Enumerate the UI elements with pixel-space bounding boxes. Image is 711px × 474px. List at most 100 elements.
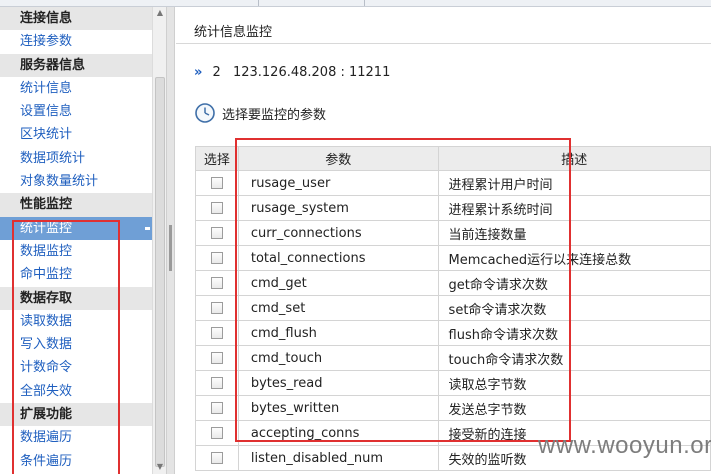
sidebar-item[interactable]: 对象数量统计 (0, 170, 152, 193)
table-row: rusage_system 进程累计系统时间 (195, 195, 711, 221)
top-strip (0, 0, 711, 7)
sidebar-item[interactable]: 全部失效 (0, 380, 152, 403)
row-checkbox[interactable] (210, 227, 223, 239)
params-table: 选择 参数 描述 rusage_user 进程累计用户时间 rusage_syste… (195, 146, 711, 471)
select-cell (195, 345, 239, 371)
server-line: » 2 123.126.48.208 : 11211 (194, 65, 390, 80)
select-cell (195, 445, 239, 471)
row-checkbox[interactable] (210, 277, 223, 289)
param-cell: bytes_read (237, 370, 439, 396)
param-cell: cmd_get (237, 270, 439, 296)
row-checkbox[interactable] (210, 327, 223, 339)
row-checkbox[interactable] (210, 352, 223, 364)
select-cell (195, 195, 239, 221)
main-panel: 统计信息监控 » 2 123.126.48.208 : 11211 选择要监控的… (176, 7, 711, 474)
sidebar-item[interactable]: 连接参数 (0, 30, 152, 53)
param-cell: curr_connections (237, 220, 439, 246)
table-row: total_connections Memcached运行以来连接总数 (195, 245, 711, 271)
param-cell: bytes_written (237, 395, 439, 421)
col-header-param: 参数 (237, 146, 439, 171)
table-row: bytes_read 读取总字节数 (195, 370, 711, 396)
sidebar-section-header: 服务器信息 (0, 53, 152, 77)
select-cell (195, 295, 239, 321)
sidebar-item[interactable]: 设置信息 (0, 100, 152, 123)
sidebar-section-header: 性能监控 (0, 193, 152, 217)
monitor-label: 选择要监控的参数 (222, 107, 327, 123)
param-cell: total_connections (237, 245, 439, 271)
server-address: 123.126.48.208 : 11211 (232, 65, 391, 80)
select-cell (195, 220, 239, 246)
select-cell (195, 420, 239, 446)
double-chevron-right-icon: » (194, 65, 203, 80)
splitter-grip[interactable] (169, 225, 172, 271)
param-cell: rusage_user (237, 170, 439, 196)
param-cell: cmd_flush (237, 320, 439, 346)
scroll-down-arrow-icon[interactable]: ▼ (156, 463, 164, 471)
select-cell (195, 395, 239, 421)
sidebar: 连接信息 连接参数 服务器信息 统计信息 设置信息 区块统计 数据项统计 对象数量统计 性能监控… (0, 7, 152, 474)
desc-cell: flush命令请求次数 (437, 320, 711, 346)
param-cell: cmd_touch (237, 345, 439, 371)
desc-cell: get命令请求次数 (437, 270, 711, 296)
table-row: curr_connections 当前连接数量 (195, 220, 711, 246)
pane-splitter[interactable] (166, 7, 175, 474)
row-checkbox[interactable] (210, 177, 223, 189)
row-checkbox[interactable] (210, 452, 223, 464)
param-cell: listen_disabled_num (237, 445, 439, 471)
desc-cell: 进程累计用户时间 (437, 170, 711, 196)
param-cell: cmd_set (237, 295, 439, 321)
select-cell (195, 245, 239, 271)
server-index: 2 (212, 65, 221, 80)
row-checkbox[interactable] (210, 377, 223, 389)
table-row: rusage_user 进程累计用户时间 (195, 170, 711, 196)
table-row: cmd_set set命令请求次数 (195, 295, 711, 321)
desc-cell: Memcached运行以来连接总数 (437, 245, 711, 271)
sidebar-item[interactable]: 统计监控 (0, 216, 152, 240)
sidebar-section-header: 数据存取 (0, 286, 152, 310)
top-strip-divider (258, 0, 259, 6)
row-checkbox[interactable] (210, 427, 223, 439)
row-checkbox[interactable] (210, 402, 223, 414)
col-header-select: 选择 (195, 146, 239, 171)
desc-cell: 读取总字节数 (437, 370, 711, 396)
sidebar-item[interactable]: 数据项统计 (0, 147, 152, 170)
select-cell (195, 370, 239, 396)
monitor-section-header: 选择要监控的参数 (194, 102, 326, 124)
sidebar-item[interactable]: 统计信息 (0, 77, 152, 100)
table-row: bytes_written 发送总字节数 (195, 395, 711, 421)
param-cell: rusage_system (237, 195, 439, 221)
desc-cell: 进程累计系统时间 (437, 195, 711, 221)
sidebar-scrollbar[interactable]: ▲ ▼ (152, 7, 166, 474)
sidebar-section-header: 扩展功能 (0, 403, 152, 427)
table-row: cmd_flush flush命令请求次数 (195, 320, 711, 346)
top-strip-divider (364, 0, 365, 6)
sidebar-item[interactable]: 命中监控 (0, 263, 152, 286)
table-header-row: 选择 参数 描述 (195, 146, 711, 171)
sidebar-scroll-thumb[interactable] (155, 77, 165, 467)
sidebar-item[interactable]: 区块统计 (0, 123, 152, 146)
sidebar-item[interactable]: 条件遍历 (0, 450, 152, 473)
select-cell (195, 320, 239, 346)
desc-cell: 发送总字节数 (437, 395, 711, 421)
sidebar-item[interactable]: 写入数据 (0, 333, 152, 356)
sidebar-section-header: 连接信息 (0, 7, 152, 31)
row-checkbox[interactable] (210, 202, 223, 214)
desc-cell: set命令请求次数 (437, 295, 711, 321)
desc-cell: touch命令请求次数 (437, 345, 711, 371)
title-divider (176, 43, 711, 44)
watermark: www.wooyun.org (538, 432, 711, 459)
sidebar-item[interactable]: 数据遍历 (0, 426, 152, 449)
sidebar-item[interactable]: 数据监控 (0, 240, 152, 263)
sidebar-item[interactable]: 计数命令 (0, 356, 152, 379)
param-cell: accepting_conns (237, 420, 439, 446)
select-cell (195, 270, 239, 296)
select-cell (195, 170, 239, 196)
table-row: cmd_get get命令请求次数 (195, 270, 711, 296)
sidebar-item[interactable]: 读取数据 (0, 310, 152, 333)
row-checkbox[interactable] (210, 252, 223, 264)
table-row: cmd_touch touch命令请求次数 (195, 345, 711, 371)
scroll-up-arrow-icon[interactable]: ▲ (156, 9, 164, 17)
clock-icon (195, 103, 215, 123)
desc-cell: 当前连接数量 (437, 220, 711, 246)
row-checkbox[interactable] (210, 302, 223, 314)
